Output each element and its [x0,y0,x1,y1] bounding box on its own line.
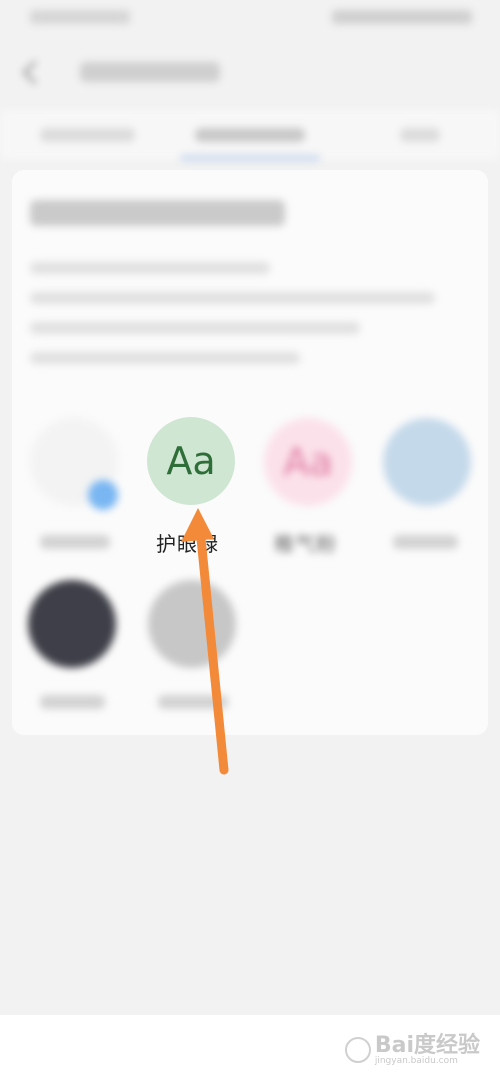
watermark-brand: Bai度经验 [374,1032,480,1058]
theme-label-default [40,535,110,549]
tab-bar [0,110,500,160]
tab-indicator [180,155,320,161]
tab-2-selected[interactable] [195,128,305,142]
tab-1[interactable] [40,128,135,142]
description-line [30,352,300,364]
description-line [30,292,435,304]
theme-sample-text: Aa [166,439,216,483]
status-bar [0,0,500,40]
theme-option-pink[interactable]: Aa [264,418,352,506]
theme-option-dark[interactable] [28,580,116,668]
theme-option-gray[interactable] [148,580,236,668]
theme-option-eye-green[interactable]: Aa [147,417,235,505]
theme-label-dark [40,695,105,709]
theme-label-blue [393,535,458,549]
theme-sample-text: Aa [283,440,333,484]
section-title [30,200,285,226]
theme-label-eye-green: 护眼绿 [156,532,219,556]
top-app-bar [0,40,500,110]
theme-label-pink: 稚气粉 [274,532,337,556]
description-line [30,322,360,334]
watermark-url: jingyan.baidu.com [374,1055,458,1066]
description-line [30,262,270,274]
selected-check-icon [88,480,118,510]
baidu-jingyan-watermark: Bai度经验 jingyan.baidu.com [344,1030,480,1070]
theme-option-blue[interactable] [383,418,471,506]
status-time [30,10,130,24]
tab-3[interactable] [400,128,440,142]
page-title [80,62,220,82]
baidu-paw-icon [344,1037,371,1063]
theme-label-gray [158,695,228,709]
status-icons [332,10,472,24]
back-arrow-icon[interactable] [22,60,47,85]
